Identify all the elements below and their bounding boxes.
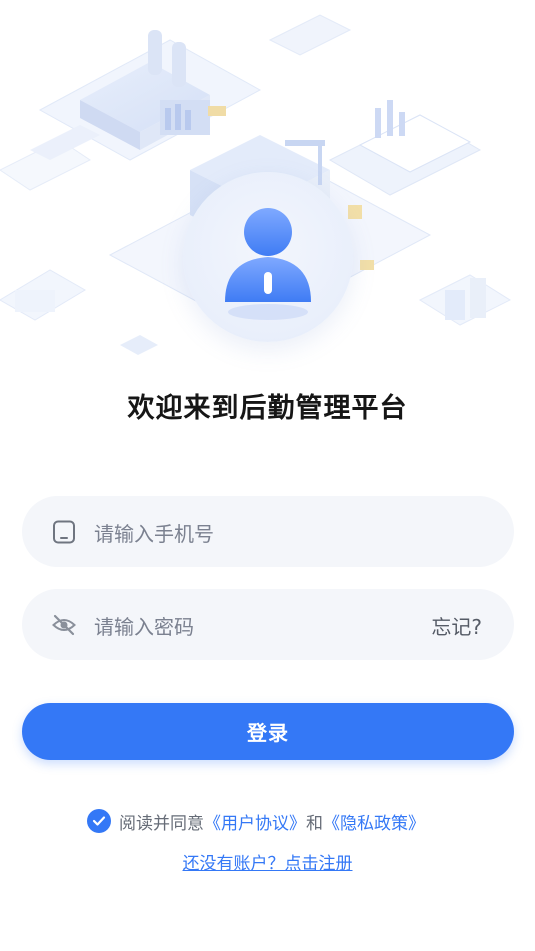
eye-off-icon[interactable] [52,613,76,637]
agreement-row: 阅读并同意 《用户协议》 和 《隐私政策》 [87,808,425,834]
register-link[interactable]: 还没有账户？点击注册 [0,849,535,874]
phone-icon [52,520,76,544]
phone-placeholder: 请输入手机号 [94,522,214,546]
checkmark-icon [92,816,106,826]
hero-illustration [0,0,535,370]
forgot-password-link[interactable]: 忘记? [431,611,482,640]
agreement-checkbox[interactable] [87,809,111,833]
user-agreement-link[interactable]: 《用户协议》 [204,809,306,834]
agreement-prefix: 阅读并同意 [119,813,204,834]
password-input[interactable]: 请输入密码 忘记? [22,589,514,660]
user-avatar-icon [225,208,311,320]
password-placeholder: 请输入密码 [94,615,194,639]
page-title: 欢迎来到后勤管理平台 [127,393,408,424]
phone-input[interactable]: 请输入手机号 [22,496,514,567]
avatar-circle [183,172,353,342]
privacy-policy-link[interactable]: 《隐私政策》 [323,809,425,834]
login-button[interactable]: 登录 [22,703,514,760]
agreement-conjunction: 和 [306,813,323,834]
